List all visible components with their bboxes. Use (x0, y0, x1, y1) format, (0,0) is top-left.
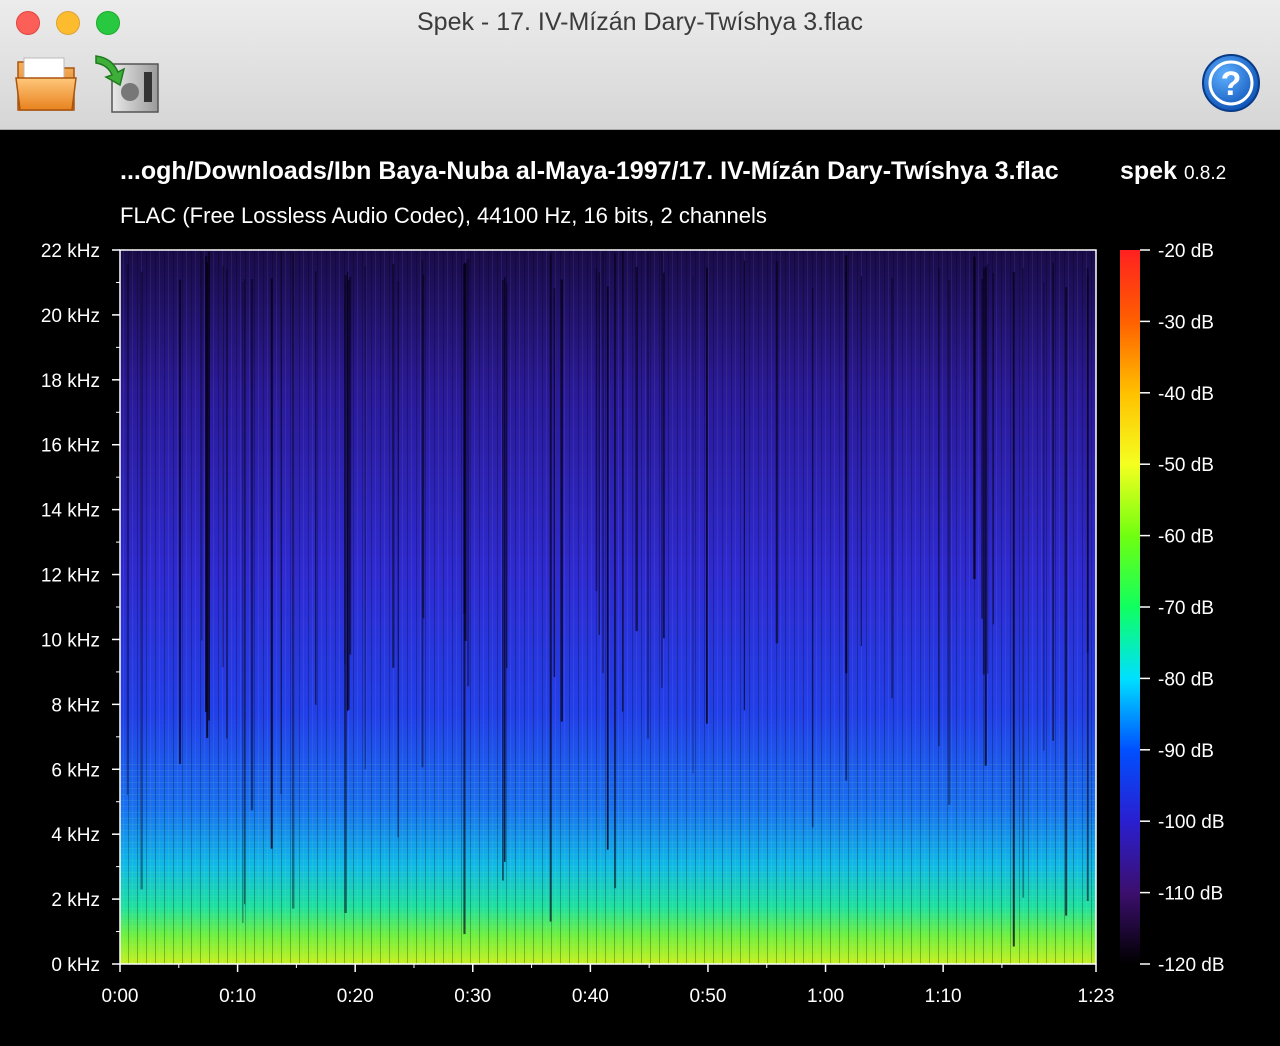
db-tick-label: -50 dB (1158, 455, 1214, 476)
spectrogram-gap (987, 263, 989, 674)
freq-tick-label: 18 kHz (41, 371, 100, 392)
spectrogram-gap (692, 276, 694, 774)
spectrogram-gap (242, 281, 244, 923)
spectrogram-gap (422, 274, 425, 619)
spectrogram-gap (635, 266, 638, 632)
spectrogram-gap (984, 266, 987, 766)
spectrogram-gap (1065, 287, 1068, 916)
spectrogram-gap (622, 251, 624, 712)
db-tick-label: -70 dB (1158, 598, 1214, 619)
spectrogram-gap (126, 264, 129, 795)
db-tick-label: -20 dB (1158, 241, 1214, 262)
spectrogram-gap (292, 252, 295, 909)
spectrogram-gap (982, 268, 985, 675)
spectrogram-gap (1052, 263, 1054, 741)
db-tick-label: -60 dB (1158, 527, 1214, 548)
spectrogram-gap (1022, 268, 1025, 898)
db-tick-label: -100 dB (1158, 812, 1225, 833)
spectrogram-gap (948, 280, 951, 805)
spectrogram-gap (992, 272, 994, 625)
time-tick-label: 1:00 (807, 986, 844, 1007)
spectrogram-gap (244, 279, 246, 905)
time-tick-label: 1:10 (925, 986, 962, 1007)
spectrogram-plot: 22 kHz 20 kHz 18 kHz 16 kHz 14 kHz 12 kHz 10 k… (41, 241, 1225, 1007)
freq-tick-label: 2 kHz (51, 890, 100, 911)
db-tick-label: -80 dB (1158, 669, 1214, 690)
db-tick-label: -110 dB (1158, 884, 1223, 905)
spectrogram-gap (344, 275, 347, 914)
spectrogram-gap (860, 276, 862, 646)
freq-tick-label: 16 kHz (41, 436, 100, 457)
spectrogram-gap (1012, 271, 1015, 947)
spectrogram-gap (505, 283, 508, 669)
db-tick-label: -40 dB (1158, 384, 1214, 405)
spectrogram-gap (206, 262, 209, 738)
time-tick-label: 0:40 (572, 986, 609, 1007)
spectrogram-gap (467, 259, 470, 687)
freq-tick-label: 6 kHz (51, 760, 100, 781)
freq-tick-label: 10 kHz (41, 630, 100, 651)
plot-layer: 22 kHz 20 kHz 18 kHz 16 kHz 14 kHz 12 kHz 10 k… (41, 241, 1225, 1007)
spectrogram-gap (598, 272, 600, 635)
freq-tick-label: 20 kHz (41, 306, 100, 327)
db-color-bar (1120, 250, 1140, 964)
spectrogram-gap (663, 272, 665, 639)
spectrogram-gap (553, 288, 556, 677)
freq-tick-label: 12 kHz (41, 566, 100, 587)
spectrogram-gap (775, 261, 779, 644)
spectrogram-gap (347, 279, 350, 710)
spectrogram-gap (1043, 282, 1045, 751)
spectrogram-gap (280, 250, 282, 795)
spectrogram-gap (200, 252, 203, 641)
db-tick-label: -30 dB (1158, 312, 1214, 333)
spectrogram-gap (502, 280, 504, 881)
spectrogram-gap (397, 281, 399, 838)
freq-tick-label: 4 kHz (51, 825, 100, 846)
spectrogram-gap (315, 271, 317, 705)
time-tick-label: 0:20 (337, 986, 374, 1007)
time-tick-label: 0:00 (102, 986, 139, 1007)
spectrogram-gap (811, 288, 814, 828)
spectrogram-gap (349, 276, 352, 655)
spectrogram-gap (179, 279, 181, 764)
spectrogram-gap (222, 266, 224, 668)
spectrogram-gap (647, 252, 649, 739)
spek-window: Spek - 17. IV-Mízán Dary-Twíshya 3.flac (0, 0, 1280, 1046)
spectrogram-gap (364, 266, 367, 770)
time-tick-label: 1:23 (1078, 986, 1115, 1007)
spectrogram-gap (606, 286, 609, 850)
spectrogram-gap (549, 253, 552, 922)
spectrogram-gap (743, 260, 745, 711)
spectrogram-gap (891, 278, 894, 699)
spectrogram-gap (602, 252, 604, 674)
spectrogram-gap (973, 256, 976, 580)
spectrogram-gap (250, 279, 254, 811)
spectrogram-gap (938, 268, 940, 747)
spectrogram-gap (661, 251, 663, 688)
spectrogram-gap (392, 263, 395, 668)
freq-tick-label: 8 kHz (51, 695, 100, 716)
time-tick-label: 0:50 (689, 986, 726, 1007)
db-tick-label: -90 dB (1158, 741, 1214, 762)
freq-tick-label: 22 kHz (41, 241, 100, 262)
spectrogram-gap (270, 278, 273, 849)
spectrogram-gap (981, 278, 983, 619)
spectrogram-gap (1086, 276, 1089, 653)
freq-tick-label: 14 kHz (41, 501, 100, 522)
spectrogram-gap (845, 271, 848, 781)
spectrogram-gap (560, 279, 563, 722)
freq-tick-label: 0 kHz (51, 955, 100, 976)
spectrogram-gap (226, 269, 228, 739)
spectrogram-gap (595, 268, 598, 591)
spectrogram-gap (504, 277, 506, 862)
time-tick-label: 0:10 (219, 986, 256, 1007)
spectrogram-gap (463, 263, 466, 935)
spectrogram-gap (140, 271, 143, 890)
spectrogram-gap (614, 253, 617, 889)
spectrogram-gap (706, 267, 708, 724)
spectrogram-gap (208, 251, 210, 721)
db-tick-label: -120 dB (1158, 955, 1225, 976)
time-tick-label: 0:30 (454, 986, 491, 1007)
